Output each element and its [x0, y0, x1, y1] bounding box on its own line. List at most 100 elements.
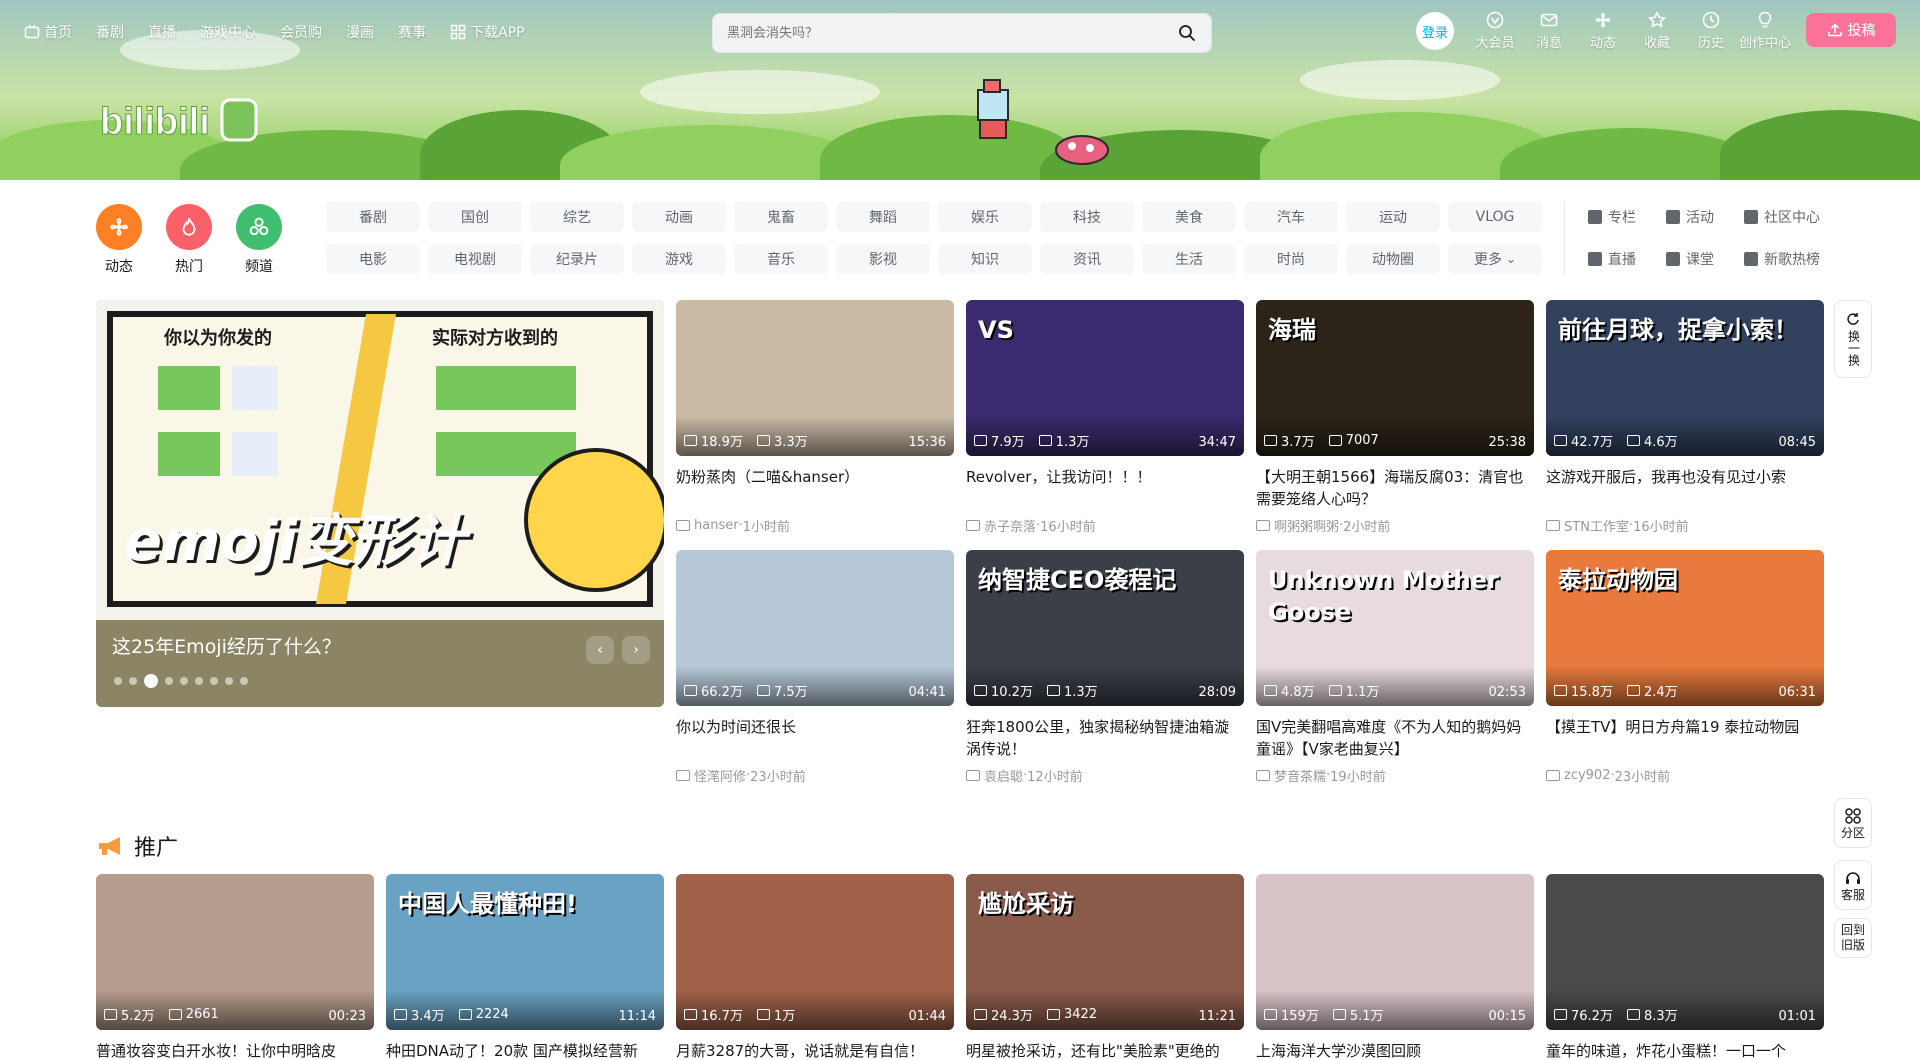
- customer-service-button[interactable]: 客服: [1834, 860, 1872, 910]
- video-thumbnail[interactable]: 尴尬采访 24.3万 3422 11:21: [966, 874, 1244, 1030]
- video-thumbnail[interactable]: VS 7.9万 1.3万 34:47: [966, 300, 1244, 456]
- category-tag[interactable]: 电视剧: [428, 244, 522, 274]
- search-button[interactable]: [1173, 19, 1201, 47]
- carousel-dot[interactable]: [225, 677, 233, 685]
- carousel-dot[interactable]: [240, 677, 248, 685]
- nav-match[interactable]: 赛事: [398, 22, 426, 42]
- category-tag[interactable]: 时尚: [1244, 244, 1338, 274]
- carousel-prev-button[interactable]: ‹: [586, 636, 614, 664]
- search-box[interactable]: [712, 13, 1212, 53]
- video-title[interactable]: 狂奔1800公里，独家揭秘纳智捷油箱漩涡传说！: [966, 716, 1244, 760]
- category-tag[interactable]: 动物圈: [1346, 244, 1440, 274]
- bilibili-logo[interactable]: bilibili: [98, 92, 258, 148]
- category-tag[interactable]: 汽车: [1244, 202, 1338, 232]
- upload-button[interactable]: 投稿: [1806, 13, 1896, 47]
- nav-game-center[interactable]: 游戏中心: [200, 22, 256, 42]
- side-link-community[interactable]: 社区中心: [1744, 202, 1854, 232]
- video-meta[interactable]: 啊粥粥啊粥 · 2小时前: [1256, 516, 1534, 535]
- promo-title[interactable]: 上海海洋大学沙漠图回顾: [1256, 1040, 1534, 1060]
- carousel-dot[interactable]: [165, 677, 173, 685]
- video-title[interactable]: 国V完美翻唱高难度《不为人知的鹅妈妈童谣》【V家老曲复兴】: [1256, 716, 1534, 760]
- nav-creator-center[interactable]: 创作中心: [1738, 10, 1792, 51]
- video-thumbnail[interactable]: 中国人最懂种田! 3.4万 2224 11:14: [386, 874, 664, 1030]
- video-card[interactable]: 66.2万 7.5万 04:41 你以为时间还很长 怪滗阿修 · 23小时前: [676, 550, 954, 785]
- promo-title[interactable]: 普通妆容变白开水妆！让你中明晗皮: [96, 1040, 374, 1060]
- nav-favorites[interactable]: 收藏: [1630, 10, 1684, 51]
- video-meta[interactable]: zcy902 · 23小时前: [1546, 766, 1824, 785]
- video-card[interactable]: Unknown Mother Goose 4.8万 1.1万 02:53 国V完美翻唱高…: [1256, 550, 1534, 785]
- video-card[interactable]: 海瑞 3.7万 7007 25:38 【大明王朝1566】海瑞反腐03：清官也需要笼络人…: [1256, 300, 1534, 535]
- promo-title[interactable]: 种田DNA动了！20款 国产模拟经营新: [386, 1040, 664, 1060]
- nav-live[interactable]: 直播: [148, 22, 176, 42]
- nav-vip[interactable]: 大会员: [1468, 10, 1522, 51]
- video-thumbnail[interactable]: 18.9万 3.3万 15:36: [676, 300, 954, 456]
- refresh-button[interactable]: 换一换: [1834, 300, 1872, 378]
- video-thumbnail[interactable]: 76.2万 8.3万 01:01: [1546, 874, 1824, 1030]
- channel-channels[interactable]: 频道: [236, 204, 282, 276]
- video-title[interactable]: Revolver，让我访问！！！: [966, 466, 1244, 510]
- nav-message[interactable]: 消息: [1522, 10, 1576, 51]
- carousel-dot[interactable]: [114, 677, 122, 685]
- category-tag[interactable]: 运动: [1346, 202, 1440, 232]
- nav-anime[interactable]: 番剧: [96, 22, 124, 42]
- partition-button[interactable]: 分区: [1834, 798, 1872, 848]
- carousel-title[interactable]: 这25年Emoji经历了什么？: [112, 632, 341, 659]
- video-title[interactable]: 【摸王TV】明日方舟篇19 泰拉动物园: [1546, 716, 1824, 760]
- side-link-live[interactable]: 直播: [1588, 244, 1666, 274]
- banner-carousel[interactable]: 你以为你发的 实际对方收到的 emoji变形计 这25年Emoji经历了什么？ …: [96, 300, 664, 707]
- carousel-next-button[interactable]: ›: [622, 636, 650, 664]
- nav-manga[interactable]: 漫画: [346, 22, 374, 42]
- video-thumbnail[interactable]: 泰拉动物园 15.8万 2.4万 06:31: [1546, 550, 1824, 706]
- login-avatar-button[interactable]: 登录: [1416, 12, 1454, 50]
- video-meta[interactable]: hanser · 1小时前: [676, 516, 954, 535]
- channel-hot[interactable]: 热门: [166, 204, 212, 276]
- video-card[interactable]: VS 7.9万 1.3万 34:47 Revolver，让我访问！！！ 赤子奈落 · 16…: [966, 300, 1244, 535]
- promo-card[interactable]: 76.2万 8.3万 01:01 童年的味道，炸花小蛋糕！一口一个: [1546, 874, 1824, 1060]
- video-card[interactable]: 前往月球，捉拿小索！ 42.7万 4.6万 08:45 这游戏开服后，我再也没有见过小索…: [1546, 300, 1824, 535]
- category-tag[interactable]: 影视: [836, 244, 930, 274]
- category-tag[interactable]: 生活: [1142, 244, 1236, 274]
- category-tag[interactable]: 国创: [428, 202, 522, 232]
- side-link-column[interactable]: 专栏: [1588, 202, 1666, 232]
- video-thumbnail[interactable]: Unknown Mother Goose 4.8万 1.1万 02:53: [1256, 550, 1534, 706]
- category-tag[interactable]: 知识: [938, 244, 1032, 274]
- side-link-classroom[interactable]: 课堂: [1666, 244, 1744, 274]
- video-thumbnail[interactable]: 5.2万 2661 00:23: [96, 874, 374, 1030]
- carousel-dot[interactable]: [129, 677, 137, 685]
- video-card[interactable]: 18.9万 3.3万 15:36 奶粉蒸肉（二喵&hanser） hanser · 1小…: [676, 300, 954, 535]
- carousel-dot[interactable]: [144, 674, 158, 688]
- nav-download-app[interactable]: 下载APP: [450, 22, 524, 42]
- promo-card[interactable]: 尴尬采访 24.3万 3422 11:21 明星被抢采访，还有比"美脸素"更绝的: [966, 874, 1244, 1060]
- promo-card[interactable]: 5.2万 2661 00:23 普通妆容变白开水妆！让你中明晗皮: [96, 874, 374, 1060]
- old-version-button[interactable]: 回到旧版: [1834, 918, 1872, 958]
- nav-history[interactable]: 历史: [1684, 10, 1738, 51]
- video-thumbnail[interactable]: 66.2万 7.5万 04:41: [676, 550, 954, 706]
- carousel-dot[interactable]: [180, 677, 188, 685]
- promo-card[interactable]: 中国人最懂种田! 3.4万 2224 11:14 种田DNA动了！20款 国产模拟经营新: [386, 874, 664, 1060]
- category-tag[interactable]: 番剧: [326, 202, 420, 232]
- category-tag[interactable]: 舞蹈: [836, 202, 930, 232]
- category-tag[interactable]: 美食: [1142, 202, 1236, 232]
- video-card[interactable]: 纳智捷CEO袭程记 10.2万 1.3万 28:09 狂奔1800公里，独家揭秘纳智捷油…: [966, 550, 1244, 785]
- category-tag[interactable]: 资讯: [1040, 244, 1134, 274]
- side-link-activity[interactable]: 活动: [1666, 202, 1744, 232]
- search-input[interactable]: [727, 25, 1173, 41]
- video-title[interactable]: 奶粉蒸肉（二喵&hanser）: [676, 466, 954, 510]
- video-thumbnail[interactable]: 16.7万 1万 01:44: [676, 874, 954, 1030]
- nav-home[interactable]: 首页: [24, 22, 72, 42]
- category-tag[interactable]: 娱乐: [938, 202, 1032, 232]
- channel-dynamic[interactable]: 动态: [96, 204, 142, 276]
- video-title[interactable]: 【大明王朝1566】海瑞反腐03：清官也需要笼络人心吗？: [1256, 466, 1534, 510]
- nav-mall[interactable]: 会员购: [280, 22, 322, 42]
- category-tag[interactable]: 鬼畜: [734, 202, 828, 232]
- video-title[interactable]: 这游戏开服后，我再也没有见过小索: [1546, 466, 1824, 510]
- carousel-dot[interactable]: [210, 677, 218, 685]
- video-thumbnail[interactable]: 159万 5.1万 00:15: [1256, 874, 1534, 1030]
- carousel-dot[interactable]: [195, 677, 203, 685]
- promo-title[interactable]: 月薪3287的大哥，说话就是有自信！: [676, 1040, 954, 1060]
- promo-title[interactable]: 明星被抢采访，还有比"美脸素"更绝的: [966, 1040, 1244, 1060]
- category-tag[interactable]: 音乐: [734, 244, 828, 274]
- video-thumbnail[interactable]: 前往月球，捉拿小索！ 42.7万 4.6万 08:45: [1546, 300, 1824, 456]
- category-tag[interactable]: 综艺: [530, 202, 624, 232]
- category-tag[interactable]: 纪录片: [530, 244, 624, 274]
